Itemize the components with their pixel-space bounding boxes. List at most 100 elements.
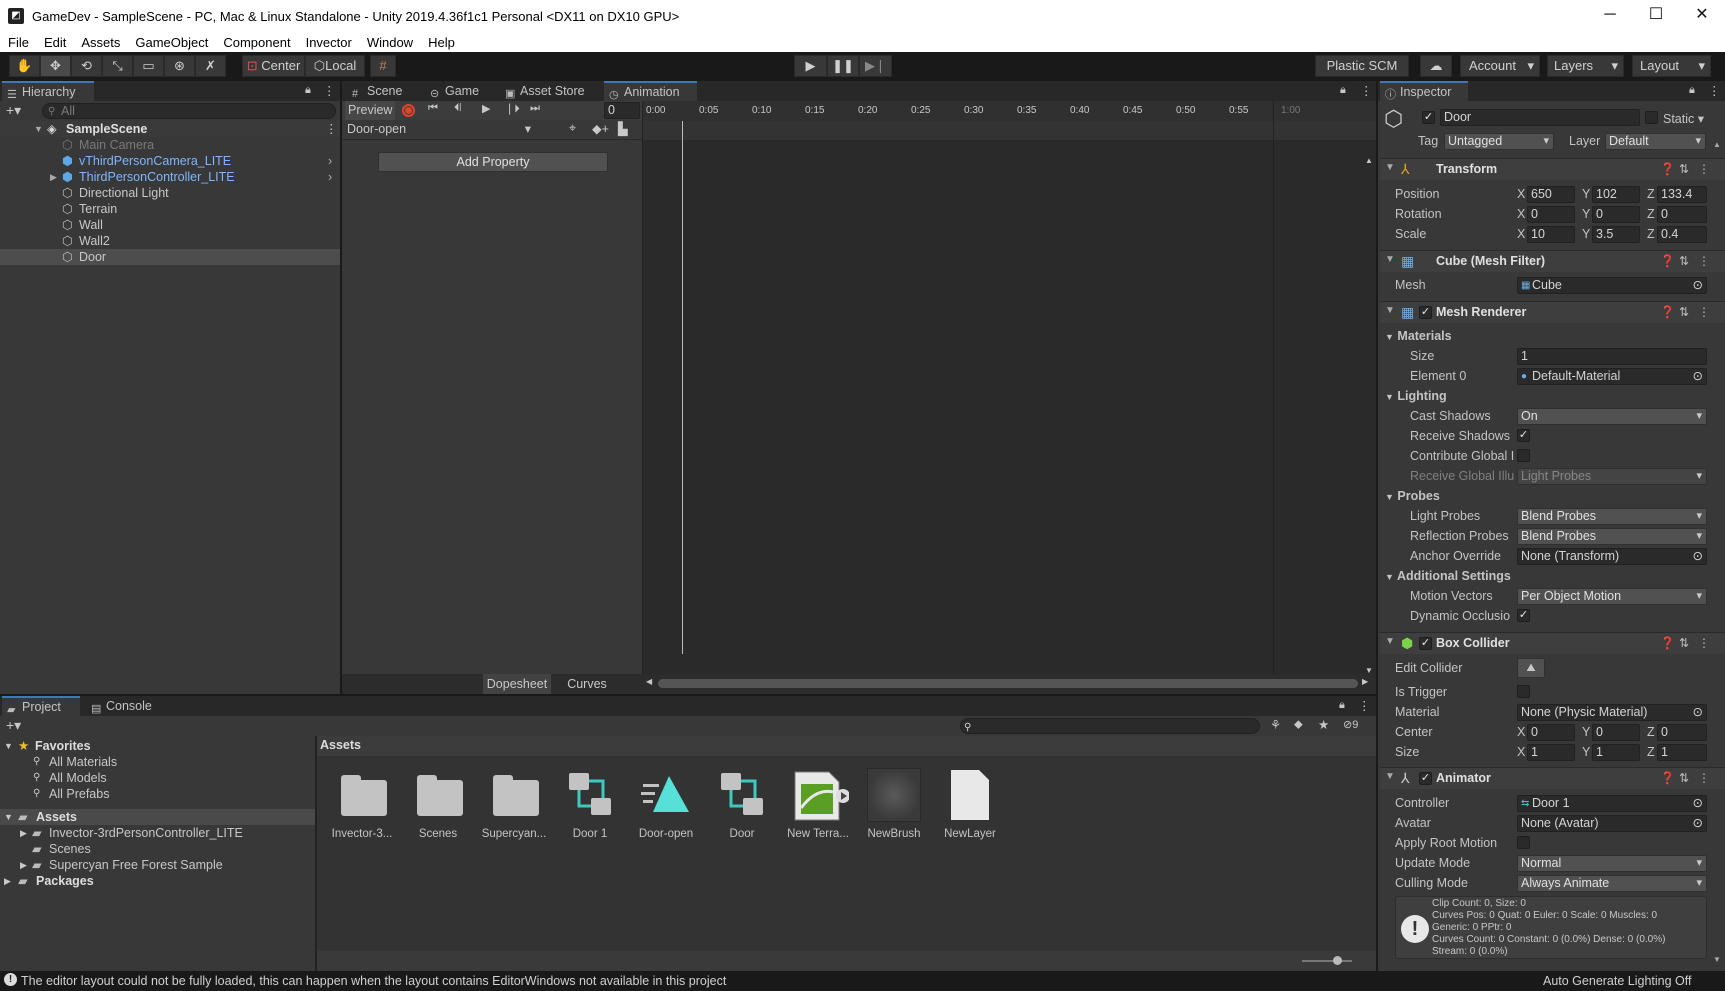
element0-field[interactable]: ● Default-Material ⊙ (1517, 368, 1707, 385)
tab-asset-store[interactable]: ▣ Asset Store (500, 81, 595, 101)
component-menu-icon[interactable]: ⋮ (1698, 771, 1710, 785)
materials-size-field[interactable]: 1 (1517, 348, 1707, 365)
playhead[interactable] (682, 121, 683, 654)
component-menu-icon[interactable]: ⋮ (1698, 636, 1710, 650)
object-picker-icon[interactable]: ⊙ (1693, 278, 1703, 293)
scale-x[interactable]: 10 (1527, 226, 1575, 243)
hierarchy-search-input[interactable]: ⚲ All (42, 103, 336, 119)
zoom-slider-thumb[interactable] (1333, 956, 1342, 965)
avatar-field[interactable]: None (Avatar) ⊙ (1517, 815, 1707, 832)
favorites-row[interactable]: ▼ ★ Favorites (0, 738, 315, 754)
help-icon[interactable]: ❓ (1660, 771, 1675, 785)
preset-icon[interactable]: ⇅ (1679, 162, 1689, 176)
create-plus-icon[interactable]: +▾ (6, 102, 21, 119)
hierarchy-item[interactable]: ⬢ vThirdPersonCamera_LITE › (0, 153, 340, 169)
scale-y[interactable]: 3.5 (1592, 226, 1640, 243)
chevron-right-icon[interactable]: › (328, 169, 332, 185)
layout-dropdown[interactable]: Layout ▾ (1632, 55, 1711, 77)
zoom-slider[interactable] (1302, 960, 1352, 962)
edit-collider-button[interactable]: ⛰ (1517, 658, 1545, 678)
filter-type-icon[interactable]: ⚘ (1270, 717, 1281, 732)
center-z[interactable]: 0 (1657, 724, 1707, 741)
kebab-menu-icon[interactable]: ⋮ (1358, 698, 1371, 713)
tab-game[interactable]: ⊝ Game (425, 81, 493, 101)
add-property-button[interactable]: Add Property (378, 152, 608, 172)
menu-invector[interactable]: Invector (298, 35, 359, 50)
tab-console[interactable]: ▤ Console (86, 696, 166, 716)
event-marker-icon[interactable]: ▙ (618, 121, 628, 136)
object-picker-icon[interactable]: ⊙ (1693, 705, 1703, 720)
apply-root-motion-checkbox[interactable] (1517, 836, 1530, 849)
tab-scene[interactable]: # Scene (347, 81, 417, 101)
asset-folder-row[interactable]: ▰ Scenes (0, 841, 315, 857)
position-x[interactable]: 650 (1527, 186, 1575, 203)
chevron-right-icon[interactable]: › (328, 153, 332, 169)
light-probes-dropdown[interactable]: Blend Probes (1517, 508, 1707, 525)
scale-z[interactable]: 0.4 (1657, 226, 1707, 243)
pivot-local-button[interactable]: ⬡Local (305, 55, 365, 77)
grid-snap-icon[interactable]: # (370, 55, 396, 77)
add-event-icon[interactable]: ◆+ (592, 121, 609, 136)
pivot-center-button[interactable]: ⊡ Center (242, 55, 305, 77)
preset-icon[interactable]: ⇅ (1679, 305, 1689, 319)
favorite-item[interactable]: ⚲ All Materials (0, 754, 315, 770)
mesh-renderer-header[interactable]: ▼ ▦ ✓ Mesh Renderer ❓ ⇅ ⋮ (1380, 301, 1725, 323)
pause-button[interactable]: ❚❚ (827, 55, 859, 77)
scroll-right-icon[interactable]: ▶ (1362, 677, 1368, 686)
culling-mode-dropdown[interactable]: Always Animate (1517, 875, 1707, 892)
filter-label-icon[interactable]: ⬥ (1294, 717, 1303, 732)
favorite-item[interactable]: ⚲ All Prefabs (0, 786, 315, 802)
curves-tab[interactable]: Curves (553, 674, 621, 694)
hierarchy-item[interactable]: ⬡ Directional Light (0, 185, 340, 201)
layer-dropdown[interactable]: Default (1605, 133, 1706, 150)
tab-animation[interactable]: ◷ Animation (604, 81, 697, 101)
add-keyframe-icon[interactable]: ⌖ (569, 121, 576, 136)
object-name-field[interactable]: Door (1440, 109, 1640, 126)
next-key-icon[interactable]: ❘⏵ (505, 102, 520, 116)
lock-icon[interactable]: 🔒︎ (1339, 699, 1345, 712)
menu-file[interactable]: File (0, 35, 36, 50)
assets-root-row[interactable]: ▼ ▰ Assets (0, 809, 315, 825)
dopesheet-tab[interactable]: Dopesheet (483, 674, 551, 694)
asset-folder-supercyan[interactable]: Supercyan... (479, 768, 549, 840)
close-button[interactable]: ✕ (1679, 0, 1725, 32)
position-z[interactable]: 133.4 (1657, 186, 1707, 203)
event-row[interactable] (643, 121, 1376, 140)
is-trigger-checkbox[interactable] (1517, 685, 1530, 698)
preset-icon[interactable]: ⇅ (1679, 636, 1689, 650)
asset-folder-scenes[interactable]: Scenes (403, 768, 473, 840)
last-key-icon[interactable]: ⏭ (530, 102, 540, 115)
center-x[interactable]: 0 (1527, 724, 1575, 741)
probes-foldout[interactable]: ▼ Probes (1385, 489, 1440, 503)
clip-dropdown[interactable]: Door-open ▾ (344, 121, 534, 138)
prev-key-icon[interactable]: ⏴❘ (454, 102, 461, 115)
cloud-icon[interactable]: ☁ (1420, 55, 1452, 77)
scroll-up-icon[interactable]: ▲ (1713, 140, 1721, 149)
asset-folder-invector[interactable]: Invector-3... (327, 768, 397, 840)
anchor-override-field[interactable]: None (Transform) ⊙ (1517, 548, 1707, 565)
update-mode-dropdown[interactable]: Normal (1517, 855, 1707, 872)
play-anim-icon[interactable]: ▶ (482, 102, 490, 115)
auto-lighting-status[interactable]: Auto Generate Lighting Off (1543, 974, 1691, 988)
hidden-packages-icon[interactable]: ⊘9 (1343, 718, 1358, 731)
timeline-ruler[interactable]: 0:00 0:05 0:10 0:15 0:20 0:25 0:30 0:35 … (643, 101, 1376, 121)
animator-header[interactable]: ▼ ⅄ ✓ Animator ❓ ⇅ ⋮ (1380, 767, 1725, 789)
asset-animator-door1[interactable]: Door 1 (555, 768, 625, 840)
menu-help[interactable]: Help (420, 35, 462, 50)
packages-row[interactable]: ▶ ▰ Packages (0, 873, 315, 889)
component-menu-icon[interactable]: ⋮ (1698, 254, 1710, 268)
lighting-foldout[interactable]: ▼ Lighting (1385, 389, 1447, 403)
static-dropdown[interactable]: Static ▾ (1663, 111, 1704, 126)
object-picker-icon[interactable]: ⊙ (1693, 549, 1703, 564)
vertical-scrollbar[interactable]: ▲ ▼ (1365, 156, 1375, 676)
preset-icon[interactable]: ⇅ (1679, 254, 1689, 268)
size-z[interactable]: 1 (1657, 744, 1707, 761)
plastic-scm-button[interactable]: Plastic SCM (1315, 55, 1409, 77)
account-dropdown[interactable]: Account ▾ (1460, 55, 1540, 77)
help-icon[interactable]: ❓ (1660, 636, 1675, 650)
hierarchy-item[interactable]: ⬡ Main Camera (0, 137, 340, 153)
status-message[interactable]: The editor layout could not be fully loa… (21, 974, 726, 988)
mesh-filter-header[interactable]: ▼ ▦ Cube (Mesh Filter) ❓ ⇅ ⋮ (1380, 250, 1725, 272)
scene-menu-icon[interactable]: ⋮ (325, 121, 338, 137)
object-picker-icon[interactable]: ⊙ (1693, 369, 1703, 384)
